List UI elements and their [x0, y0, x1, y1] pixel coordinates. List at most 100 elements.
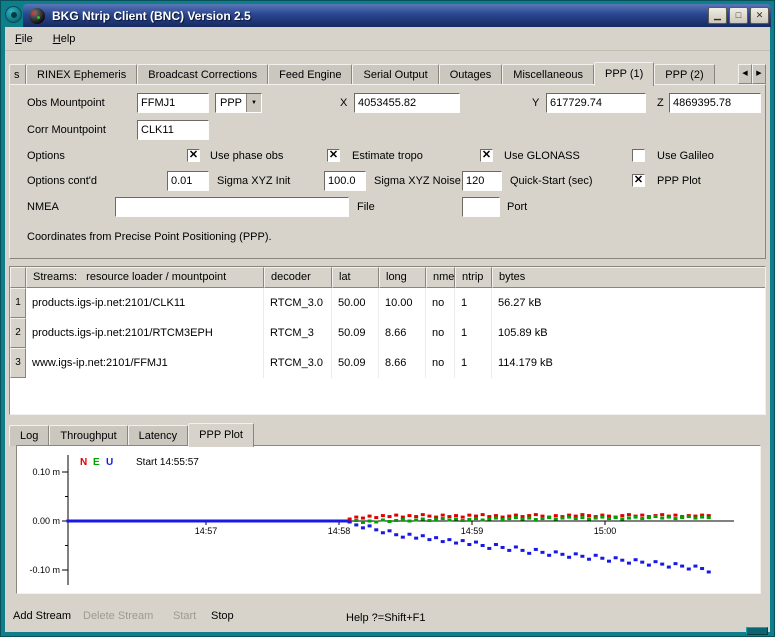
ppp-note: Coordinates from Precise Point Positioni… — [27, 227, 272, 247]
header-decoder[interactable]: decoder — [264, 267, 332, 288]
estimate-tropo-checkbox[interactable]: ✕ — [327, 149, 340, 162]
cell-decoder: RTCM_3 — [264, 318, 332, 348]
cell-bytes: 114.179 kB — [492, 348, 765, 378]
sigma-xyz-noise-label: Sigma XYZ Noise — [374, 171, 461, 191]
ppp-settings-panel: Obs Mountpoint PPP ▼ X Y Z Corr Mountpoi… — [9, 84, 766, 259]
obs-mountpoint-label: Obs Mountpoint — [27, 93, 105, 113]
y-coordinate-input[interactable] — [546, 93, 646, 113]
chevron-down-icon: ▼ — [246, 94, 261, 112]
cell-ntrip: 1 — [455, 288, 492, 318]
use-galileo-checkbox[interactable] — [632, 149, 645, 162]
options-contd-label: Options cont'd — [27, 171, 97, 191]
tab-serial-output[interactable]: Serial Output — [352, 64, 438, 85]
nmea-port-input[interactable] — [462, 197, 500, 217]
corr-mountpoint-input[interactable] — [137, 120, 209, 140]
window: BKG Ntrip Client (BNC) Version 2.5 ▁ □ ✕… — [0, 0, 775, 637]
maximize-button[interactable]: □ — [729, 7, 748, 24]
tab-outages[interactable]: Outages — [439, 64, 503, 85]
tab-rinex-ephemeris[interactable]: RINEX Ephemeris — [26, 64, 137, 85]
tab-clipped[interactable]: s — [9, 64, 26, 85]
x-coordinate-input[interactable] — [354, 93, 460, 113]
y-label: Y — [532, 93, 539, 113]
titlebar[interactable]: BKG Ntrip Client (BNC) Version 2.5 ▁ □ ✕ — [23, 4, 771, 27]
ppp-plot-panel: 0.10 m0.00 m-0.10 m14:5714:5814:5915:00N… — [16, 445, 761, 594]
cell-bytes: 56.27 kB — [492, 288, 765, 318]
sigma-xyz-init-input[interactable] — [167, 171, 209, 191]
resize-grip[interactable] — [746, 627, 768, 635]
use-phase-obs-checkbox[interactable]: ✕ — [187, 149, 200, 162]
corr-mountpoint-label: Corr Mountpoint — [27, 120, 106, 140]
quick-start-label: Quick-Start (sec) — [510, 171, 593, 191]
row-number: 2 — [10, 318, 26, 348]
help-hint: Help ?=Shift+F1 — [346, 612, 426, 624]
port-label: Port — [507, 197, 527, 217]
tab-miscellaneous[interactable]: Miscellaneous — [502, 64, 594, 85]
cell-mountpoint: products.igs-ip.net:2101/RTCM3EPH — [26, 318, 264, 348]
stop-button[interactable]: Stop — [211, 610, 234, 622]
header-mountpoint[interactable]: Streams: resource loader / mountpoint — [26, 267, 264, 288]
header-ntrip[interactable]: ntrip — [455, 267, 492, 288]
options-label: Options — [27, 146, 65, 166]
tab-ppp-1[interactable]: PPP (1) — [594, 62, 654, 86]
cell-decoder: RTCM_3.0 — [264, 348, 332, 378]
header-bytes[interactable]: bytes — [492, 267, 765, 288]
svg-text:N: N — [80, 457, 87, 468]
obs-mountpoint-input[interactable] — [137, 93, 209, 113]
add-stream-button[interactable]: Add Stream — [13, 610, 71, 622]
table-row[interactable]: 2 products.igs-ip.net:2101/RTCM3EPH RTCM… — [10, 318, 765, 348]
quick-start-input[interactable] — [462, 171, 502, 191]
svg-text:15:00: 15:00 — [594, 526, 617, 536]
tab-broadcast-corrections[interactable]: Broadcast Corrections — [137, 64, 268, 85]
tab-latency[interactable]: Latency — [128, 425, 189, 446]
svg-text:Start 14:55:57: Start 14:55:57 — [136, 457, 199, 468]
ppp-mode-combo[interactable]: PPP ▼ — [215, 93, 262, 113]
tab-ppp-plot[interactable]: PPP Plot — [188, 423, 254, 447]
sigma-xyz-noise-input[interactable] — [324, 171, 366, 191]
table-row[interactable]: 3 www.igs-ip.net:2101/FFMJ1 RTCM_3.0 50.… — [10, 348, 765, 378]
minimize-button[interactable]: ▁ — [708, 7, 727, 24]
table-row[interactable]: 1 products.igs-ip.net:2101/CLK11 RTCM_3.… — [10, 288, 765, 318]
tab-feed-engine[interactable]: Feed Engine — [268, 64, 352, 85]
header-lat[interactable]: lat — [332, 267, 379, 288]
cell-lat: 50.09 — [332, 318, 379, 348]
streams-table-header: Streams: resource loader / mountpoint de… — [10, 267, 765, 288]
z-label: Z — [657, 93, 664, 113]
cell-long: 10.00 — [379, 288, 426, 318]
menu-help[interactable]: Help — [53, 33, 76, 45]
tab-ppp-2[interactable]: PPP (2) — [654, 64, 714, 85]
row-number: 3 — [10, 348, 26, 378]
use-phase-obs-label: Use phase obs — [210, 146, 283, 166]
tab-log[interactable]: Log — [9, 425, 49, 446]
x-label: X — [340, 93, 347, 113]
cell-nmea: no — [426, 288, 455, 318]
ppp-plot-checkbox[interactable]: ✕ — [632, 174, 645, 187]
header-long[interactable]: long — [379, 267, 426, 288]
cell-lat: 50.09 — [332, 348, 379, 378]
start-button[interactable]: Start — [173, 610, 196, 622]
header-nmea[interactable]: nmea — [426, 267, 455, 288]
window-controls: ▁ □ ✕ — [708, 7, 771, 24]
cell-long: 8.66 — [379, 318, 426, 348]
cell-nmea: no — [426, 348, 455, 378]
svg-text:14:58: 14:58 — [328, 526, 351, 536]
svg-text:14:57: 14:57 — [195, 526, 218, 536]
svg-text:0.10 m: 0.10 m — [32, 467, 60, 477]
window-title: BKG Ntrip Client (BNC) Version 2.5 — [52, 9, 251, 23]
delete-stream-button[interactable]: Delete Stream — [83, 610, 153, 622]
file-label: File — [357, 197, 375, 217]
menu-file[interactable]: File — [15, 33, 33, 45]
svg-text:E: E — [93, 457, 100, 468]
use-galileo-label: Use Galileo — [657, 146, 714, 166]
z-coordinate-input[interactable] — [669, 93, 761, 113]
row-number: 1 — [10, 288, 26, 318]
cell-decoder: RTCM_3.0 — [264, 288, 332, 318]
tab-throughput[interactable]: Throughput — [49, 425, 127, 446]
tab-scroll-right-icon[interactable]: ▶ — [752, 64, 766, 84]
close-button[interactable]: ✕ — [750, 7, 769, 24]
window-menu-icon[interactable] — [5, 6, 22, 23]
client-area: File Help s RINEX Ephemeris Broadcast Co… — [5, 27, 770, 632]
use-glonass-checkbox[interactable]: ✕ — [480, 149, 493, 162]
nmea-file-input[interactable] — [115, 197, 349, 217]
sigma-xyz-init-label: Sigma XYZ Init — [217, 171, 290, 191]
tab-scroll-left-icon[interactable]: ◀ — [738, 64, 752, 84]
